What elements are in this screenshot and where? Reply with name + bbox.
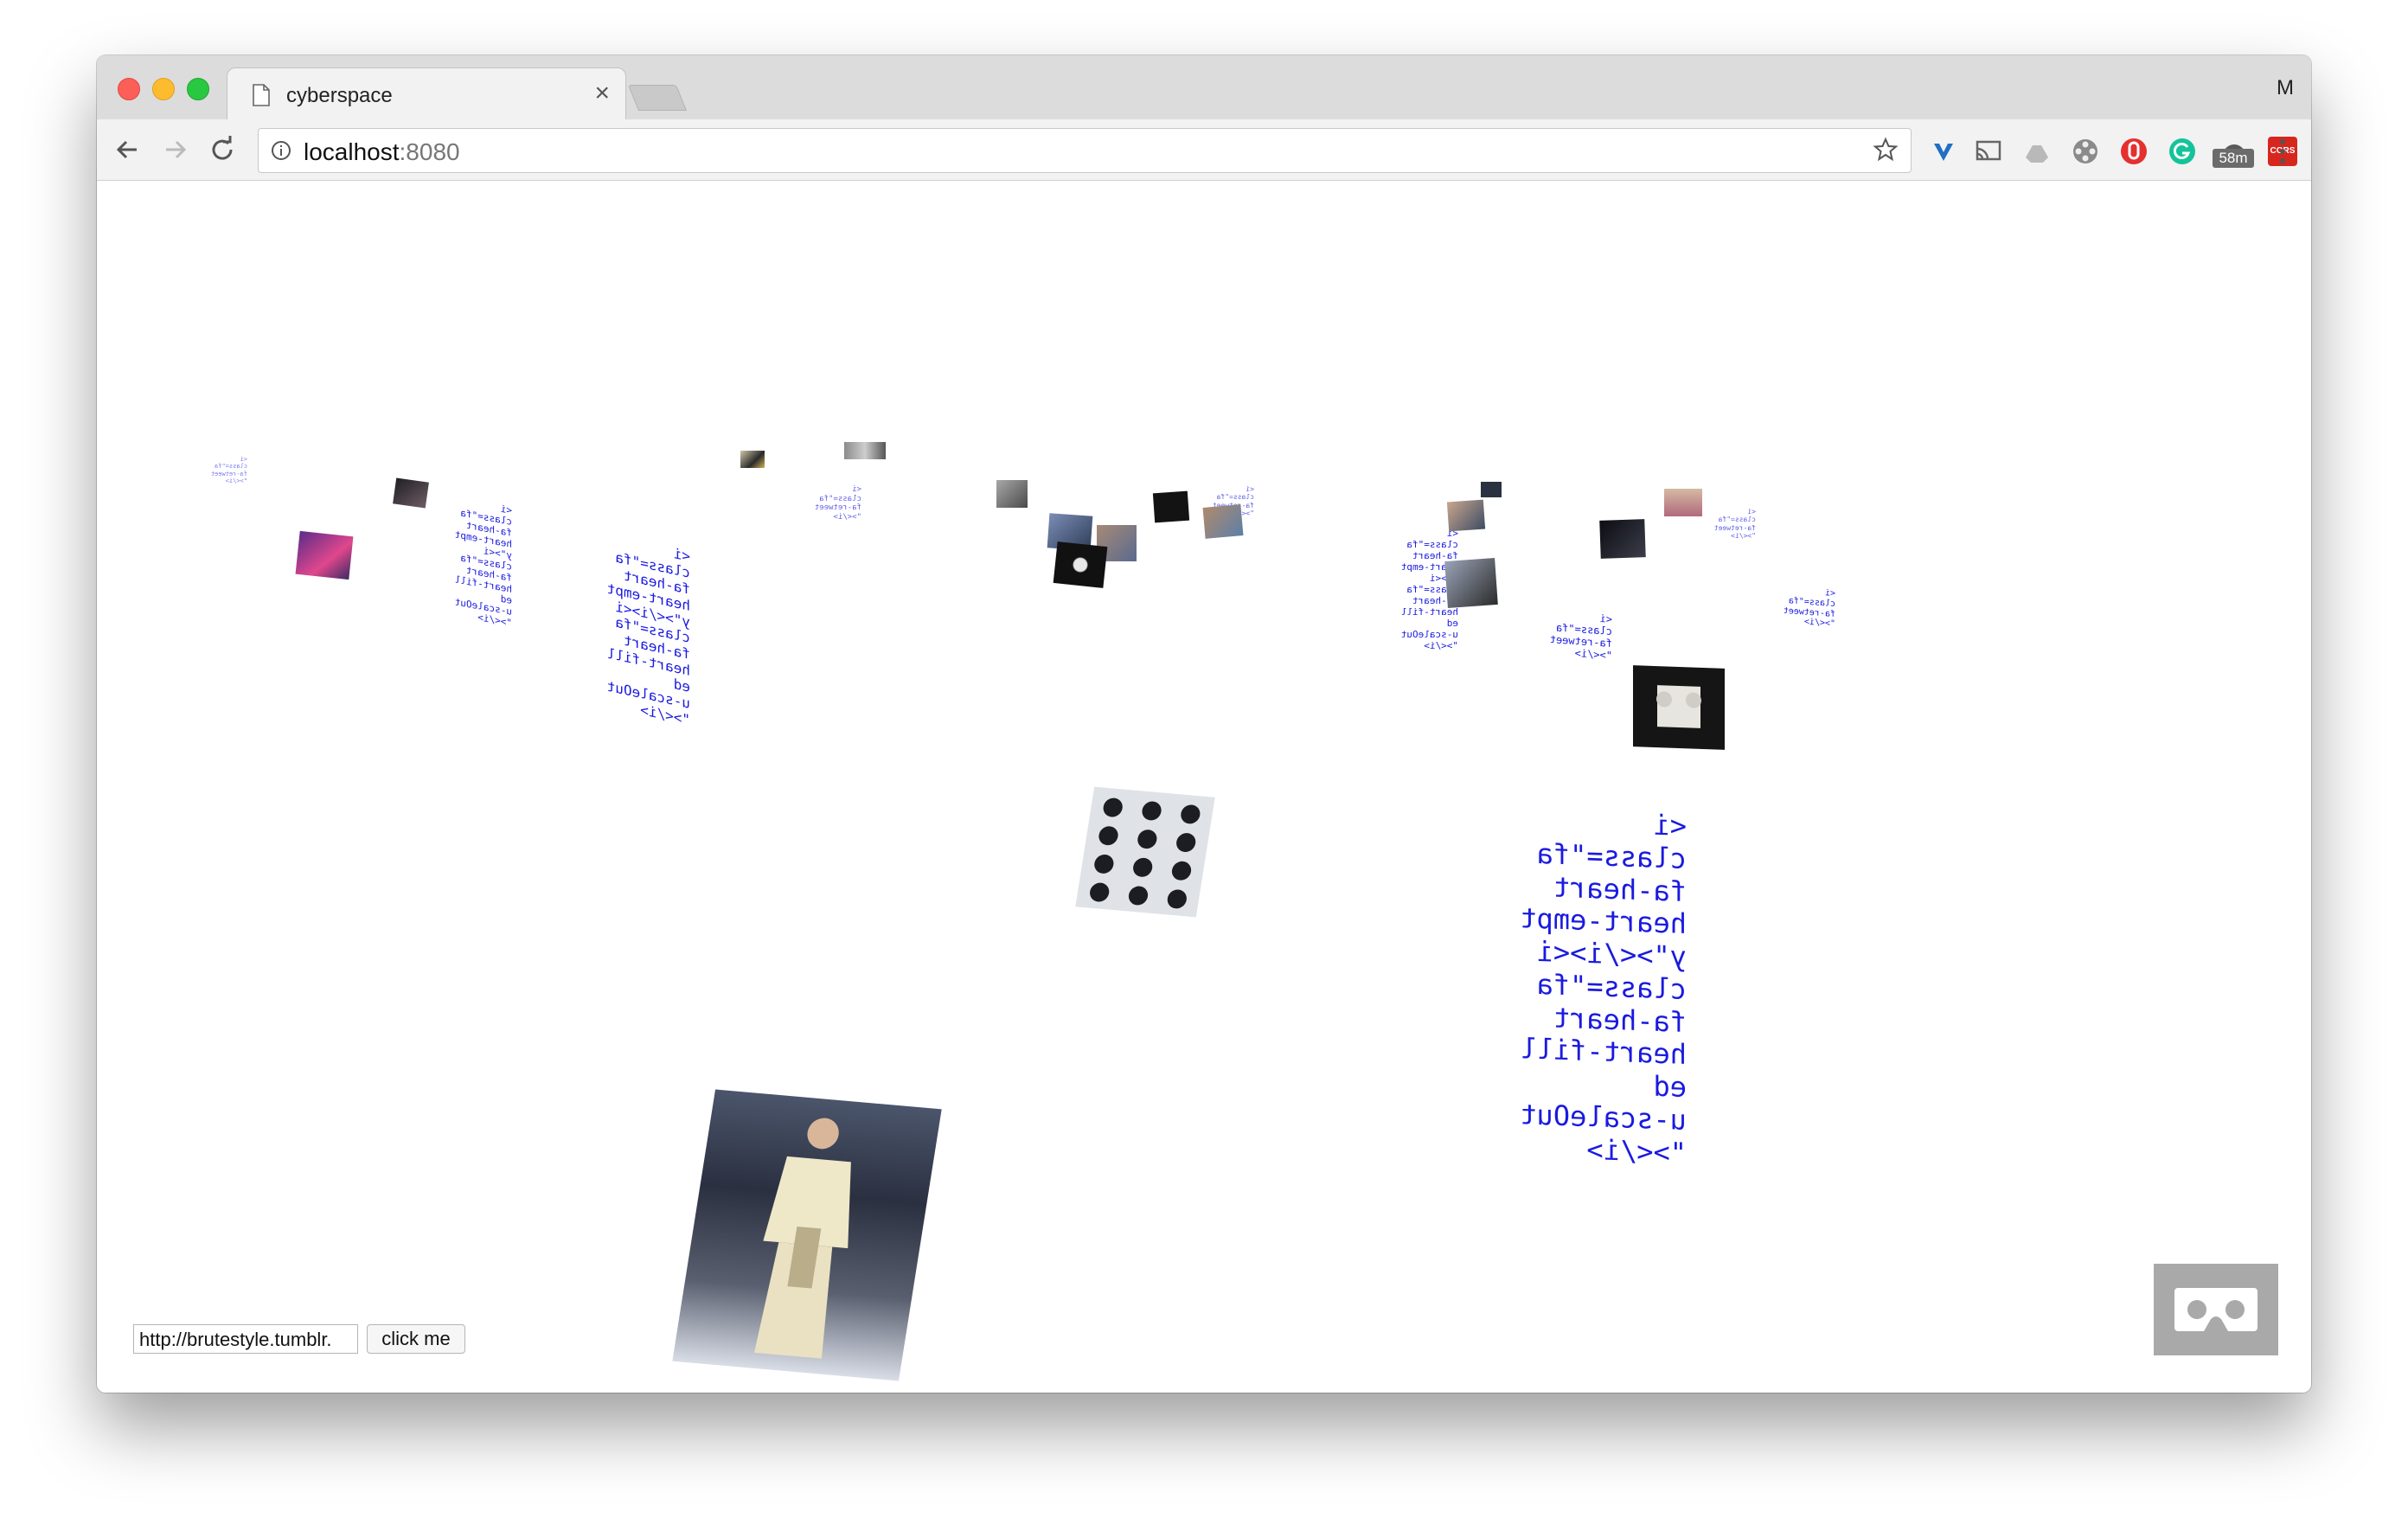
film-reel-icon[interactable]	[2071, 137, 2100, 166]
mirrored-code-snippet-main: <i class="fa fa-heart heart-empt y"></i>…	[1520, 808, 1687, 1169]
reload-icon[interactable]	[206, 133, 239, 166]
photo-small-grey	[844, 442, 886, 459]
photo-dark-square	[1152, 490, 1190, 523]
drive-icon[interactable]	[2022, 137, 2052, 166]
page-icon	[253, 84, 270, 106]
bookmark-star-icon[interactable]	[1873, 137, 1899, 163]
minimize-window-button[interactable]	[152, 78, 175, 100]
maximize-window-button[interactable]	[187, 78, 209, 100]
url-text: localhost:8080	[304, 138, 460, 166]
grammarly-icon[interactable]	[2168, 137, 2197, 166]
grid-figures-drawing	[1090, 798, 1201, 909]
photo-grey-coat	[996, 480, 1028, 508]
photo-shirtless	[1202, 504, 1244, 539]
mirrored-code-snippet-far-left: <i class="fa fa-heart heart-empt y"><i c…	[454, 503, 512, 629]
shield-extension-icon[interactable]	[2119, 137, 2149, 166]
profile-button[interactable]: M	[2277, 76, 2294, 100]
mirrored-code-snippet-left: <i class="fa fa-heart heart-empt y"></i>…	[606, 544, 690, 728]
info-icon[interactable]	[271, 140, 291, 161]
forward-arrow-icon[interactable]	[159, 133, 192, 166]
back-arrow-icon[interactable]	[111, 133, 144, 166]
photo-pink-field	[1664, 489, 1702, 516]
browser-window: cyberspace × M localhost:8080 58m <i cla…	[97, 55, 2311, 1393]
photo-runway-model	[672, 1089, 942, 1381]
mirrored-code-snippet-top: <i class="fa fa-retweet "></i>	[814, 485, 861, 522]
photo-dark-portrait	[393, 477, 429, 509]
tab-cyberspace[interactable]: cyberspace ×	[227, 67, 626, 122]
tab-bar: cyberspace × M	[97, 55, 2311, 122]
close-tab-icon[interactable]: ×	[594, 80, 610, 106]
photo-dark-figure-right	[1599, 519, 1646, 559]
webgl-scene[interactable]: <i class="fa fa-heart heart-empt y"></i>…	[97, 181, 2311, 1393]
photo-cluster-3	[1053, 541, 1108, 588]
timer-extension-icon[interactable]: 58m	[2213, 137, 2254, 168]
click-me-button[interactable]: click me	[367, 1324, 465, 1354]
photo-small-dark-right	[1481, 482, 1502, 497]
url-port: :8080	[399, 138, 460, 165]
close-window-button[interactable]	[118, 78, 140, 100]
new-tab-button[interactable]	[627, 85, 688, 111]
vimium-icon[interactable]	[1929, 137, 1958, 166]
url-host: localhost	[304, 138, 400, 165]
menu-dots-icon[interactable]	[2278, 137, 2287, 166]
url-input[interactable]: http://brutestyle.tumblr.	[133, 1324, 358, 1354]
tab-title: cyberspace	[286, 84, 393, 107]
vr-mode-button[interactable]	[2154, 1264, 2278, 1355]
photo-portrait-right	[1446, 499, 1486, 532]
mirrored-code-snippet-retweet: <i class="fa fa-retweet "></i>	[1549, 612, 1612, 663]
mirrored-code-snippet-tiny-left: <i class="fa fa-retweet "></i>	[210, 456, 247, 484]
photo-small-street	[740, 451, 765, 468]
address-bar[interactable]: localhost:8080	[258, 128, 1912, 173]
mirrored-code-snippet-retweet-right: <i class="fa fa-retweet "></i>	[1783, 588, 1835, 630]
photo-pink-figure	[295, 530, 354, 580]
browser-toolbar: localhost:8080 58m	[97, 119, 2311, 181]
photo-grid-figures	[1075, 786, 1215, 918]
mirrored-code-snippet-far-right: <i class="fa fa-retweet "></i>	[1713, 508, 1756, 541]
cast-icon[interactable]	[1974, 137, 2003, 166]
white-garment-drawing	[1656, 685, 1701, 728]
cardboard-vr-icon	[2174, 1288, 2258, 1331]
photo-two-figures	[1444, 558, 1498, 608]
photo-white-garment	[1633, 665, 1725, 750]
timer-badge: 58m	[2213, 149, 2254, 168]
runway-figure	[753, 1118, 851, 1359]
